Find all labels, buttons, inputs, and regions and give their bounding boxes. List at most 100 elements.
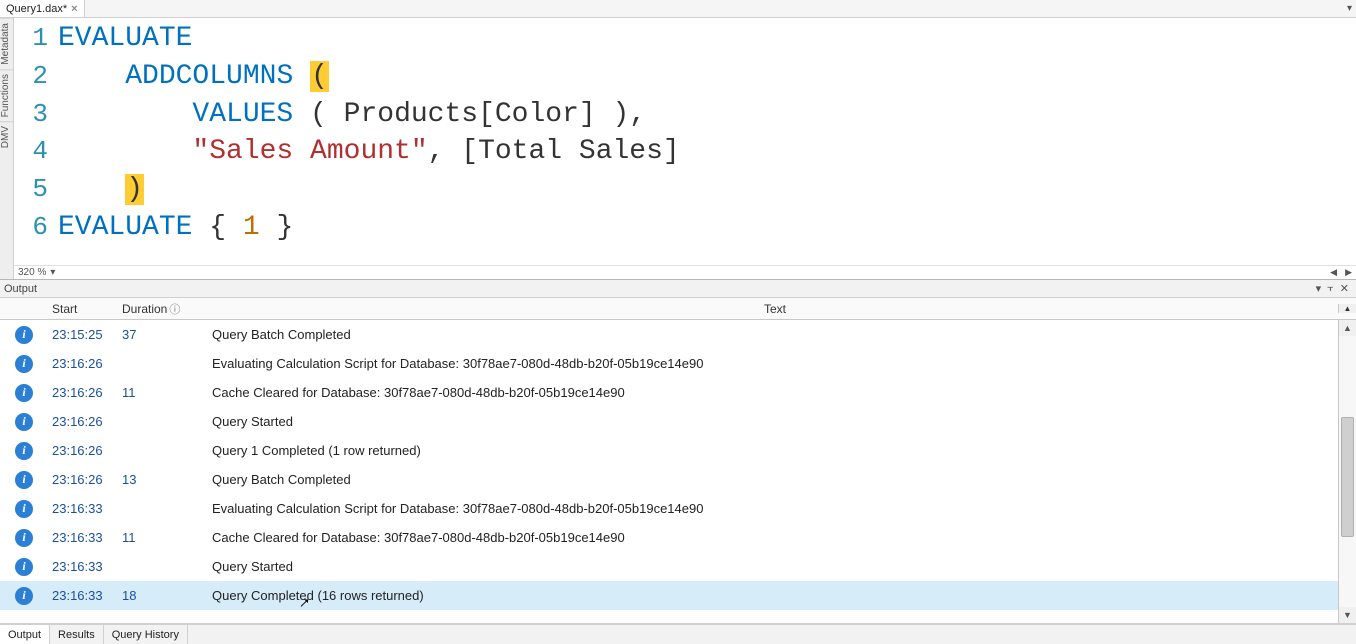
col-text-header[interactable]: Text	[208, 302, 1338, 316]
output-row[interactable]: i23:16:26Query Started	[0, 407, 1356, 436]
output-row[interactable]: i23:16:26 Evaluating Calculation Script f…	[0, 349, 1356, 378]
code-line[interactable]: 5 )	[14, 171, 1356, 209]
row-text: Evaluating Calculation Script for Databa…	[208, 356, 1356, 371]
info-icon: i	[15, 587, 33, 605]
scroll-left-icon[interactable]: ◀	[1330, 267, 1341, 278]
panel-close-icon[interactable]: ✕	[1337, 282, 1352, 295]
row-start-time: 23:15:25	[48, 327, 118, 342]
zoom-dropdown-icon[interactable]: ▾	[50, 267, 55, 278]
bottom-tab-query-history[interactable]: Query History	[104, 625, 188, 644]
code-content[interactable]: VALUES ( Products[Color] ),	[58, 96, 646, 134]
row-start-time: 23:16:26	[48, 356, 118, 371]
row-start-time: 23:16:26	[48, 414, 118, 429]
bottom-tab-bar: Output Results Query History	[0, 624, 1356, 644]
col-duration-header[interactable]: Duration ⓘ	[118, 301, 208, 317]
row-start-time: 23:16:33	[48, 530, 118, 545]
code-token: {	[192, 212, 242, 243]
code-token	[58, 99, 192, 130]
code-content[interactable]: )	[58, 171, 144, 209]
info-icon: i	[15, 529, 33, 547]
side-tab-dmv[interactable]: DMV	[0, 121, 13, 152]
code-token	[58, 136, 192, 167]
bottom-tab-results[interactable]: Results	[50, 625, 104, 644]
code-token: "Sales Amount"	[192, 136, 427, 167]
output-panel-title-bar: Output ▾ ⫟ ✕	[0, 280, 1356, 298]
row-text: Query Started	[208, 559, 1356, 574]
code-line[interactable]: 4 "Sales Amount", [Total Sales]	[14, 133, 1356, 171]
code-token: ( Products[Color] ),	[293, 99, 646, 130]
output-row[interactable]: i23:16:26Query 1 Completed (1 row return…	[0, 436, 1356, 465]
output-row[interactable]: i23:16:33Evaluating Calculation Script f…	[0, 494, 1356, 523]
code-token: )	[125, 174, 144, 205]
scrollbar-thumb[interactable]	[1341, 417, 1354, 537]
row-icon-cell: i	[0, 442, 48, 460]
scroll-right-icon[interactable]: ▶	[1345, 267, 1356, 278]
close-icon[interactable]: ×	[71, 3, 77, 15]
code-content[interactable]: "Sales Amount", [Total Sales]	[58, 133, 680, 171]
col-duration-label: Duration	[122, 302, 167, 316]
scrollbar-track[interactable]	[1339, 336, 1356, 607]
info-icon: i	[15, 413, 33, 431]
scroll-up-header-icon[interactable]: ▲	[1338, 304, 1356, 313]
zoom-label[interactable]: 320 %	[18, 267, 46, 278]
dropdown-icon[interactable]: ▾	[1347, 3, 1352, 14]
code-token: ADDCOLUMNS	[125, 61, 293, 92]
output-panel: Start Duration ⓘ Text ▲ i23:15:2537Query…	[0, 298, 1356, 624]
output-row[interactable]: i23:16:2613Query Batch Completed	[0, 465, 1356, 494]
col-start-header[interactable]: Start	[48, 302, 118, 316]
code-content[interactable]: ADDCOLUMNS (	[58, 58, 329, 96]
code-token: VALUES	[192, 99, 293, 130]
scrollbar-up-icon[interactable]: ▲	[1339, 320, 1356, 336]
output-grid-header: Start Duration ⓘ Text ▲	[0, 298, 1356, 320]
output-row[interactable]: i23:15:2537Query Batch Completed	[0, 320, 1356, 349]
output-panel-title: Output	[4, 283, 37, 295]
info-icon: i	[15, 558, 33, 576]
output-row[interactable]: i23:16:3318Query Completed (16 rows retu…	[0, 581, 1356, 610]
line-number: 1	[14, 21, 58, 56]
row-icon-cell: i	[0, 587, 48, 605]
file-tab-label: Query1.dax*	[6, 3, 67, 15]
row-icon-cell: i	[0, 355, 48, 373]
row-text: Cache Cleared for Database: 30f78ae7-080…	[208, 385, 1356, 400]
row-icon-cell: i	[0, 471, 48, 489]
code-editor-body[interactable]: 1EVALUATE2 ADDCOLUMNS (3 VALUES ( Produc…	[14, 18, 1356, 265]
code-content[interactable]: EVALUATE { 1 }	[58, 209, 293, 247]
code-token: , [Total Sales]	[428, 136, 680, 167]
scrollbar-down-icon[interactable]: ▼	[1339, 607, 1356, 623]
output-scrollbar[interactable]: ▲ ▼	[1338, 320, 1356, 623]
panel-dropdown-icon[interactable]: ▾	[1313, 282, 1325, 295]
panel-pin-icon[interactable]: ⫟	[1324, 282, 1337, 295]
bottom-tab-output[interactable]: Output	[0, 625, 50, 644]
code-line[interactable]: 3 VALUES ( Products[Color] ),	[14, 96, 1356, 134]
line-number: 6	[14, 210, 58, 245]
left-vertical-tabs: Metadata Functions DMV	[0, 18, 14, 279]
code-content[interactable]: EVALUATE	[58, 20, 192, 58]
row-text: Evaluating Calculation Script for Databa…	[208, 501, 1356, 516]
info-icon: i	[15, 442, 33, 460]
side-tab-metadata[interactable]: Metadata	[0, 18, 13, 69]
file-tab[interactable]: Query1.dax* ×	[0, 0, 85, 17]
row-icon-cell: i	[0, 558, 48, 576]
line-number: 2	[14, 59, 58, 94]
output-row[interactable]: i23:16:3311Cache Cleared for Database: 3…	[0, 523, 1356, 552]
code-editor[interactable]: 1EVALUATE2 ADDCOLUMNS (3 VALUES ( Produc…	[14, 18, 1356, 279]
row-text: Query Batch Completed	[208, 472, 1356, 487]
code-line[interactable]: 6EVALUATE { 1 }	[14, 209, 1356, 247]
code-token: }	[260, 212, 294, 243]
line-number: 5	[14, 172, 58, 207]
row-start-time: 23:16:33	[48, 559, 118, 574]
zoom-bar: 320 % ▾ ◀ ▶	[14, 265, 1356, 279]
row-start-time: 23:16:26	[48, 385, 118, 400]
output-row[interactable]: i23:16:2611Cache Cleared for Database: 3…	[0, 378, 1356, 407]
row-text: Query Batch Completed	[208, 327, 1356, 342]
code-line[interactable]: 2 ADDCOLUMNS (	[14, 58, 1356, 96]
row-icon-cell: i	[0, 384, 48, 402]
output-row[interactable]: i 23:16:33 Query Started	[0, 552, 1356, 581]
code-token: EVALUATE	[58, 212, 192, 243]
side-tab-functions[interactable]: Functions	[0, 69, 13, 121]
code-token	[58, 61, 125, 92]
code-line[interactable]: 1EVALUATE	[14, 20, 1356, 58]
code-token	[293, 61, 310, 92]
row-start-time: 23:16:26	[48, 443, 118, 458]
output-grid-body[interactable]: i23:15:2537Query Batch Completedi23:16:2…	[0, 320, 1356, 623]
